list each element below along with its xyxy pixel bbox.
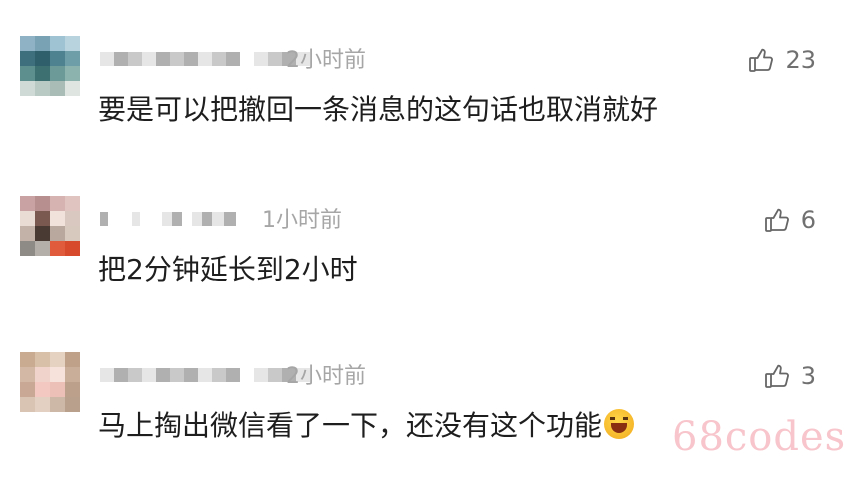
timestamp: 2小时前 — [286, 364, 366, 389]
avatar-pixel — [35, 51, 50, 66]
avatar-pixel — [20, 382, 35, 397]
avatar-pixel — [20, 241, 35, 256]
avatar-pixel — [65, 36, 80, 51]
username-blurred[interactable] — [100, 206, 236, 232]
avatar-pixel — [65, 382, 80, 397]
avatar-pixel — [20, 352, 35, 367]
like-button[interactable]: 6 — [763, 205, 816, 235]
avatar-pixel — [20, 367, 35, 382]
timestamp: 1小时前 — [262, 208, 342, 233]
thumbs-up-icon — [747, 46, 775, 74]
avatar-pixel — [50, 352, 65, 367]
watermark: 68codes — [672, 414, 846, 460]
avatar-pixel — [20, 81, 35, 96]
username-blurred[interactable] — [100, 46, 310, 72]
avatar-pixel — [35, 397, 50, 412]
avatar-pixel — [35, 352, 50, 367]
avatar-pixel — [20, 397, 35, 412]
like-count: 23 — [785, 46, 816, 74]
avatar-pixel — [65, 352, 80, 367]
avatar-pixel — [20, 226, 35, 241]
avatar-pixel — [50, 367, 65, 382]
avatar[interactable] — [20, 196, 80, 256]
like-button[interactable]: 23 — [747, 45, 816, 75]
avatar-pixel — [50, 66, 65, 81]
avatar-pixel — [20, 66, 35, 81]
avatar-pixel — [65, 367, 80, 382]
laughing-emoji-icon — [604, 409, 635, 439]
avatar-pixel — [35, 241, 50, 256]
timestamp: 2小时前 — [286, 48, 366, 73]
thumbs-up-icon — [763, 362, 791, 390]
comment-item-2: 1小时前 6 把2分钟延长到2小时 — [0, 196, 846, 346]
comment-text: 马上掏出微信看了一下，还没有这个功能 — [98, 406, 635, 446]
avatar-pixel — [50, 241, 65, 256]
avatar-pixel — [50, 196, 65, 211]
avatar-pixel — [35, 196, 50, 211]
avatar-pixel — [20, 211, 35, 226]
avatar[interactable] — [20, 36, 80, 96]
like-count: 3 — [800, 362, 816, 390]
avatar-pixel — [50, 51, 65, 66]
avatar-pixel — [20, 51, 35, 66]
avatar-pixel — [65, 397, 80, 412]
avatar-pixel — [35, 66, 50, 81]
avatar-pixel — [35, 81, 50, 96]
username-blurred[interactable] — [100, 362, 310, 388]
avatar-pixel — [50, 397, 65, 412]
avatar-pixel — [65, 51, 80, 66]
avatar-pixel — [20, 36, 35, 51]
avatar-pixel — [50, 211, 65, 226]
thumbs-up-icon — [763, 206, 791, 234]
avatar[interactable] — [20, 352, 80, 412]
avatar-pixel — [65, 226, 80, 241]
avatar-pixel — [65, 211, 80, 226]
like-button[interactable]: 3 — [763, 361, 816, 391]
avatar-pixel — [35, 211, 50, 226]
comment-text: 要是可以把撤回一条消息的这句话也取消就好 — [98, 93, 659, 126]
avatar-pixel — [65, 81, 80, 96]
avatar-pixel — [50, 382, 65, 397]
avatar-pixel — [50, 36, 65, 51]
avatar-pixel — [65, 66, 80, 81]
avatar-pixel — [35, 367, 50, 382]
comment-item-1: 2小时前 23 要是可以把撤回一条消息的这句话也取消就好 — [0, 36, 846, 186]
avatar-pixel — [35, 226, 50, 241]
comment-text: 把2分钟延长到2小时 — [98, 253, 358, 286]
avatar-pixel — [35, 36, 50, 51]
avatar-pixel — [20, 196, 35, 211]
avatar-pixel — [65, 196, 80, 211]
avatar-pixel — [65, 241, 80, 256]
like-count: 6 — [800, 206, 816, 234]
avatar-pixel — [50, 81, 65, 96]
avatar-pixel — [50, 226, 65, 241]
avatar-pixel — [35, 382, 50, 397]
